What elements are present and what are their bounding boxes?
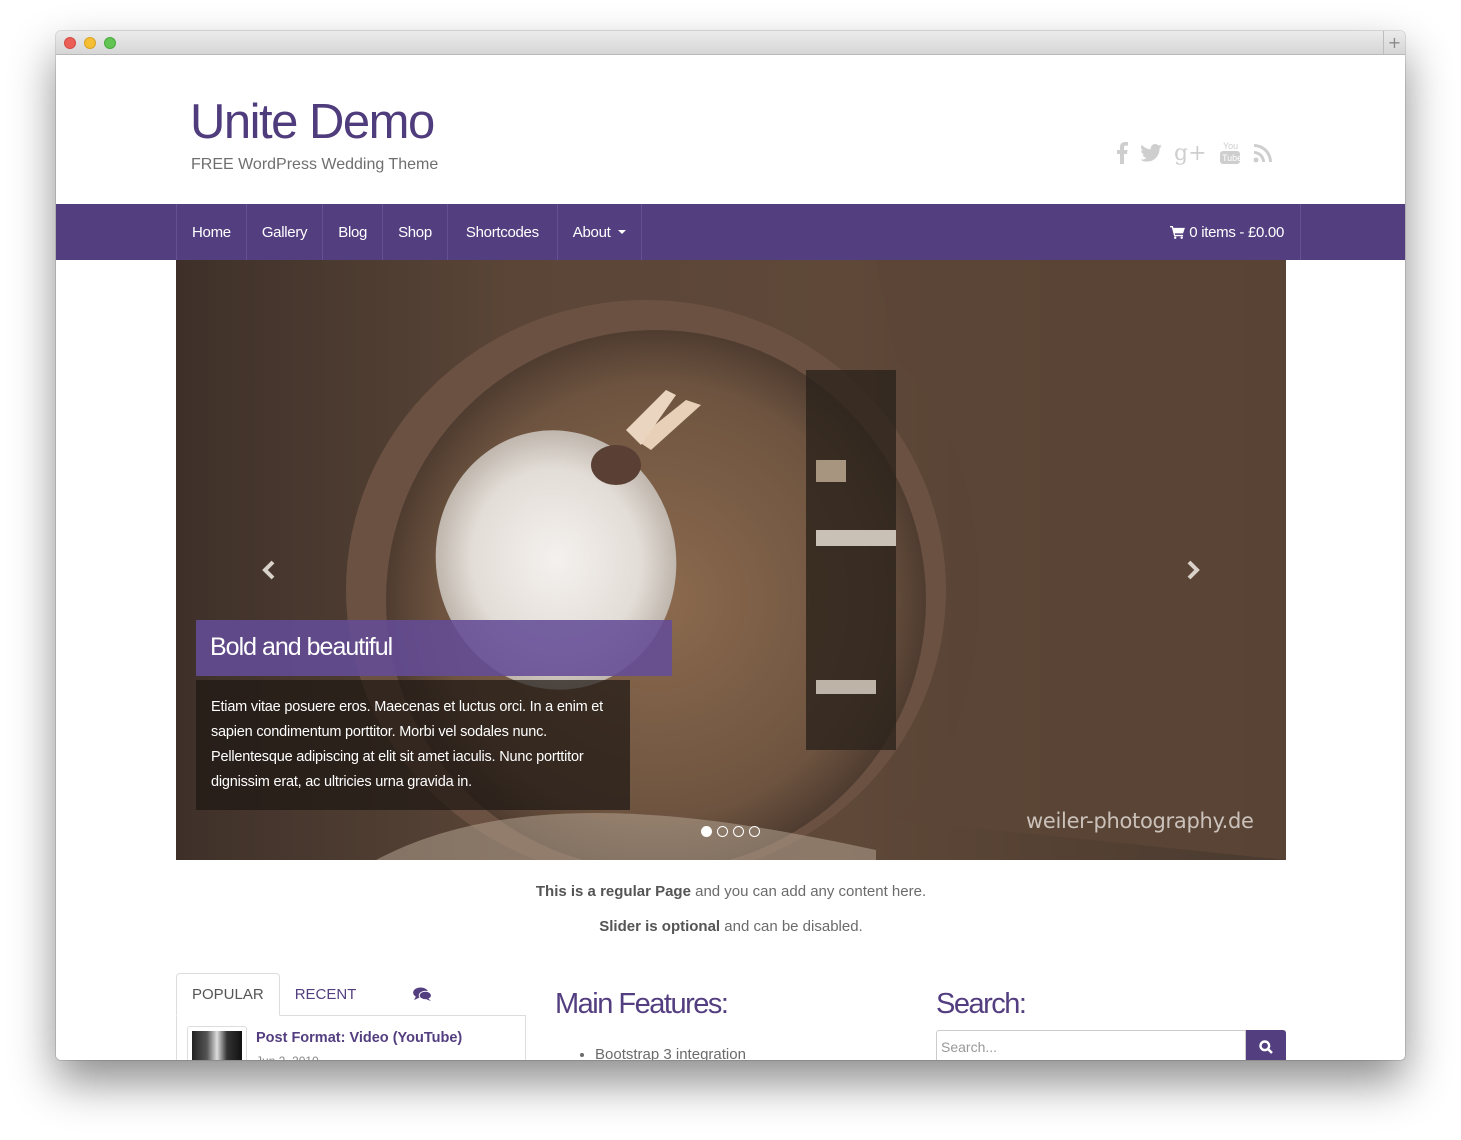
slide-indicator[interactable] bbox=[749, 826, 760, 837]
social-links: g+ You Tube bbox=[1116, 141, 1273, 166]
photo-watermark: weiler-photography.de bbox=[1026, 809, 1254, 833]
web-page: Unite Demo FREE WordPress Wedding Theme … bbox=[56, 55, 1405, 1060]
intro-line-1-rest: and you can add any content here. bbox=[690, 883, 927, 900]
widget-tabs: POPULAR RECENT bbox=[176, 973, 526, 1016]
nav-label: Home bbox=[192, 223, 231, 241]
svg-text:Tube: Tube bbox=[1222, 153, 1241, 163]
page-content: This is a regular Page and you can add a… bbox=[176, 883, 1286, 953]
rss-icon[interactable] bbox=[1253, 141, 1273, 165]
search-form bbox=[936, 1030, 1286, 1060]
intro-line-2-bold: Slider is optional bbox=[599, 918, 721, 935]
widget-title: Main Features: bbox=[555, 988, 729, 1020]
intro-line-2-rest: and can be disabled. bbox=[720, 918, 863, 935]
popular-recent-widget: POPULAR RECENT Post Format: Video (YouTu… bbox=[176, 973, 526, 1060]
search-widget: Search: bbox=[936, 988, 1286, 1060]
nav-item-shortcodes[interactable]: Shortcodes bbox=[448, 204, 558, 260]
image-slider: Bold and beautiful Etiam vitae posuere e… bbox=[176, 260, 1286, 860]
slide-indicator[interactable] bbox=[701, 826, 712, 837]
cart-summary: 0 items - £0.00 bbox=[1189, 223, 1284, 241]
post-date: Jun 2, 2010 bbox=[256, 1054, 319, 1060]
previous-slide-button[interactable] bbox=[259, 558, 279, 582]
next-slide-button[interactable] bbox=[1183, 558, 1203, 582]
features-list: Bootstrap 3 integration bbox=[555, 1045, 905, 1060]
nav-label: About bbox=[572, 223, 611, 241]
widget-title: Search: bbox=[936, 988, 1027, 1020]
cart-link[interactable]: 0 items - £0.00 bbox=[1154, 204, 1301, 260]
search-button[interactable] bbox=[1246, 1030, 1286, 1060]
svg-text:You: You bbox=[1223, 141, 1238, 151]
comments-icon bbox=[413, 987, 433, 1002]
search-icon bbox=[1259, 1040, 1273, 1054]
caret-down-icon bbox=[617, 230, 626, 234]
google-plus-icon[interactable]: g+ bbox=[1174, 141, 1207, 166]
post-thumbnail[interactable] bbox=[187, 1026, 247, 1060]
intro-line-1-bold: This is a regular Page bbox=[535, 883, 691, 900]
new-tab-button[interactable]: + bbox=[1383, 31, 1405, 55]
main-features-widget: Main Features: Bootstrap 3 integration bbox=[555, 988, 905, 1060]
slide-indicators bbox=[701, 826, 760, 837]
nav-item-about[interactable]: About bbox=[558, 204, 642, 260]
intro-line-2: Slider is optional and can be disabled. bbox=[176, 918, 1286, 936]
tab-recent[interactable]: RECENT bbox=[280, 973, 372, 1016]
nav-label: Gallery bbox=[261, 223, 308, 241]
slide-caption-text: Etiam vitae posuere eros. Maecenas et lu… bbox=[196, 680, 630, 810]
search-input[interactable] bbox=[936, 1030, 1246, 1060]
nav-label: Shortcodes bbox=[465, 223, 539, 241]
minimize-window-button[interactable] bbox=[84, 37, 96, 49]
tab-panel-popular: Post Format: Video (YouTube) Jun 2, 2010 bbox=[176, 1016, 526, 1060]
maximize-window-button[interactable] bbox=[104, 37, 116, 49]
site-title[interactable]: Unite Demo bbox=[190, 94, 435, 150]
tab-comments[interactable] bbox=[371, 973, 464, 1016]
browser-window: + Unite Demo FREE WordPress Wedding Them… bbox=[56, 31, 1405, 1060]
main-navigation: Home Gallery Blog Shop Shortcodes About … bbox=[56, 204, 1405, 260]
tab-popular[interactable]: POPULAR bbox=[176, 973, 280, 1016]
slide-caption-title: Bold and beautiful bbox=[196, 620, 672, 676]
close-window-button[interactable] bbox=[64, 37, 76, 49]
nav-item-blog[interactable]: Blog bbox=[323, 204, 384, 260]
nav-item-home[interactable]: Home bbox=[176, 204, 247, 260]
site-description: FREE WordPress Wedding Theme bbox=[191, 156, 439, 173]
nav-item-shop[interactable]: Shop bbox=[383, 204, 448, 260]
nav-label: Shop bbox=[398, 223, 432, 241]
slide-indicator[interactable] bbox=[717, 826, 728, 837]
post-title-link[interactable]: Post Format: Video (YouTube) bbox=[256, 1030, 462, 1046]
feature-item: Bootstrap 3 integration bbox=[595, 1045, 905, 1060]
nav-item-gallery[interactable]: Gallery bbox=[247, 204, 324, 260]
intro-line-1: This is a regular Page and you can add a… bbox=[176, 883, 1286, 901]
nav-label: Blog bbox=[338, 223, 368, 241]
facebook-icon[interactable] bbox=[1116, 141, 1128, 165]
slide-indicator[interactable] bbox=[733, 826, 744, 837]
twitter-icon[interactable] bbox=[1140, 141, 1162, 165]
youtube-icon[interactable]: You Tube bbox=[1219, 141, 1241, 165]
chevron-right-icon bbox=[1187, 560, 1200, 580]
title-bar: + bbox=[56, 31, 1405, 55]
shopping-cart-icon bbox=[1170, 225, 1186, 239]
chevron-left-icon bbox=[262, 560, 275, 580]
